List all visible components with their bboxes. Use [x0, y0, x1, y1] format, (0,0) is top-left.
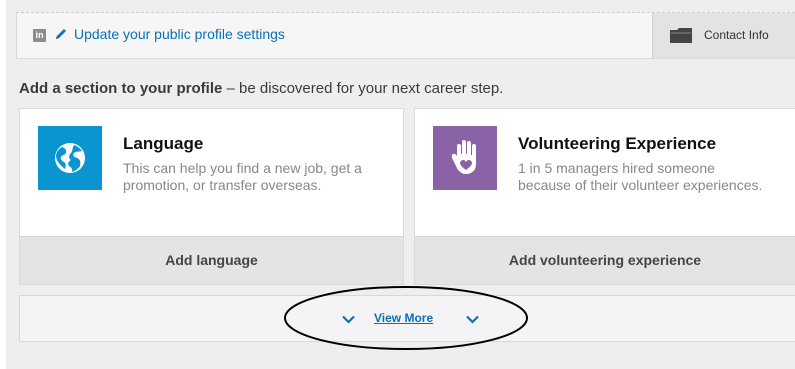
- chevron-down-icon: [342, 315, 355, 324]
- volunteering-icon-tile: [433, 126, 497, 190]
- language-card: Language This can help you find a new jo…: [19, 108, 404, 285]
- volunteering-description: 1 in 5 managers hired someone because of…: [518, 160, 763, 193]
- update-public-profile-link[interactable]: Update your public profile settings: [74, 26, 285, 42]
- volunteering-card: Volunteering Experience 1 in 5 managers …: [414, 108, 795, 285]
- chevron-down-icon: [466, 315, 479, 324]
- pencil-icon: [56, 29, 66, 39]
- volunteering-title: Volunteering Experience: [518, 134, 717, 153]
- contact-info-label: Contact Info: [704, 28, 769, 42]
- contact-info-button[interactable]: Contact Info: [652, 13, 795, 58]
- language-description: This can help you find a new job, get a …: [123, 160, 362, 193]
- language-icon-tile: [38, 126, 102, 190]
- folder-icon: [670, 28, 692, 43]
- add-section-prompt-rest: – be discovered for your next career ste…: [222, 80, 504, 97]
- language-title: Language: [123, 134, 204, 153]
- add-section-prompt-bold: Add a section to your profile: [19, 80, 223, 97]
- add-language-button[interactable]: Add language: [20, 236, 403, 284]
- add-volunteering-button[interactable]: Add volunteering experience: [415, 236, 795, 284]
- globe-icon: [55, 143, 85, 173]
- public-profile-bar: in Update your public profile settings C…: [16, 12, 795, 59]
- view-more-bar[interactable]: View More: [19, 295, 795, 342]
- linkedin-icon: in: [33, 29, 46, 42]
- view-more-link[interactable]: View More: [374, 311, 433, 325]
- raised-hand-heart-icon: [451, 140, 476, 174]
- add-section-prompt: Add a section to your profile – be disco…: [19, 80, 503, 97]
